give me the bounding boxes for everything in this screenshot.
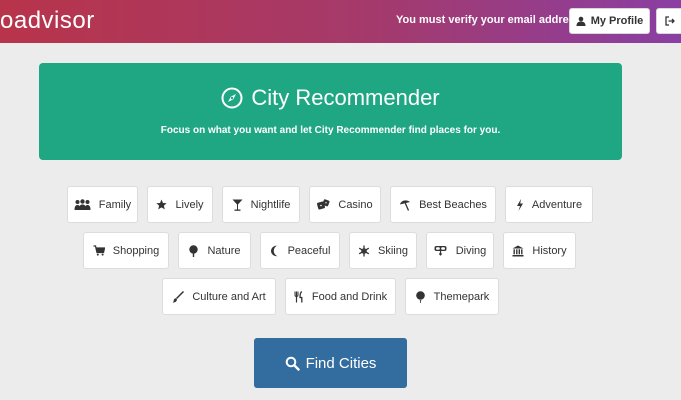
banner-subtitle: Focus on what you want and let City Reco… xyxy=(160,125,501,136)
snowflake-icon xyxy=(358,245,370,256)
tree-icon xyxy=(189,244,199,257)
category-shopping-button[interactable]: Shopping xyxy=(83,232,169,269)
museum-icon xyxy=(512,245,524,256)
category-best-beaches-button[interactable]: Best Beaches xyxy=(390,186,496,223)
star-icon xyxy=(156,199,168,210)
category-culture-and-art-button[interactable]: Culture and Art xyxy=(162,278,276,315)
category-family-label: Family xyxy=(98,198,132,211)
category-nightlife-button[interactable]: Nightlife xyxy=(222,186,300,223)
category-casino-button[interactable]: Casino xyxy=(309,186,381,223)
find-cities-label: Find Cities xyxy=(305,354,377,372)
category-shopping-label: Shopping xyxy=(112,244,160,257)
family-icon xyxy=(74,199,91,210)
user-icon xyxy=(576,16,586,26)
category-peaceful-button[interactable]: Peaceful xyxy=(260,232,340,269)
category-skiing-button[interactable]: Skiing xyxy=(349,232,417,269)
category-diving-button[interactable]: Diving xyxy=(426,232,494,269)
app-logo[interactable]: oadvisor xyxy=(0,7,95,35)
diving-mask-icon xyxy=(434,246,447,256)
umbrella-icon xyxy=(400,199,411,211)
moon-icon xyxy=(270,245,278,256)
category-peaceful-label: Peaceful xyxy=(287,244,331,257)
category-lively-button[interactable]: Lively xyxy=(147,186,213,223)
dice-icon xyxy=(317,199,330,210)
category-history-label: History xyxy=(532,244,567,257)
category-culture-and-art-label: Culture and Art xyxy=(192,290,266,303)
category-history-button[interactable]: History xyxy=(503,232,576,269)
search-icon xyxy=(285,356,300,371)
category-skiing-label: Skiing xyxy=(378,244,408,257)
banner-title: City Recommender xyxy=(251,85,440,110)
category-family-button[interactable]: Family xyxy=(67,186,138,223)
find-cities-button[interactable]: Find Cities xyxy=(254,338,407,388)
category-nature-button[interactable]: Nature xyxy=(178,232,251,269)
banner-heading: City Recommender xyxy=(39,85,622,111)
category-nature-label: Nature xyxy=(207,244,241,257)
logout-button[interactable] xyxy=(656,8,681,34)
my-profile-label: My Profile xyxy=(590,15,644,27)
category-food-and-drink-label: Food and Drink xyxy=(311,290,388,303)
cutlery-icon xyxy=(294,290,303,302)
logout-icon xyxy=(665,16,675,26)
category-diving-label: Diving xyxy=(455,244,487,257)
city-recommender-banner: City Recommender Focus on what you want … xyxy=(39,63,622,160)
category-themepark-button[interactable]: Themepark xyxy=(405,278,499,315)
category-best-beaches-label: Best Beaches xyxy=(419,198,487,211)
category-casino-label: Casino xyxy=(338,198,373,211)
cocktail-icon xyxy=(232,199,243,211)
category-adventure-button[interactable]: Adventure xyxy=(505,186,593,223)
category-themepark-label: Themepark xyxy=(433,290,490,303)
my-profile-button[interactable]: My Profile xyxy=(569,8,650,34)
balloon-icon xyxy=(415,290,425,303)
brush-icon xyxy=(172,290,185,303)
lightning-icon xyxy=(516,198,523,211)
cart-icon xyxy=(93,245,105,256)
verify-email-message: You must verify your email address xyxy=(396,14,582,26)
category-adventure-label: Adventure xyxy=(531,198,583,211)
compass-icon xyxy=(221,87,243,109)
top-navbar: oadvisor You must verify your email addr… xyxy=(0,0,681,43)
category-lively-label: Lively xyxy=(175,198,204,211)
category-nightlife-label: Nightlife xyxy=(250,198,291,211)
category-food-and-drink-button[interactable]: Food and Drink xyxy=(285,278,396,315)
